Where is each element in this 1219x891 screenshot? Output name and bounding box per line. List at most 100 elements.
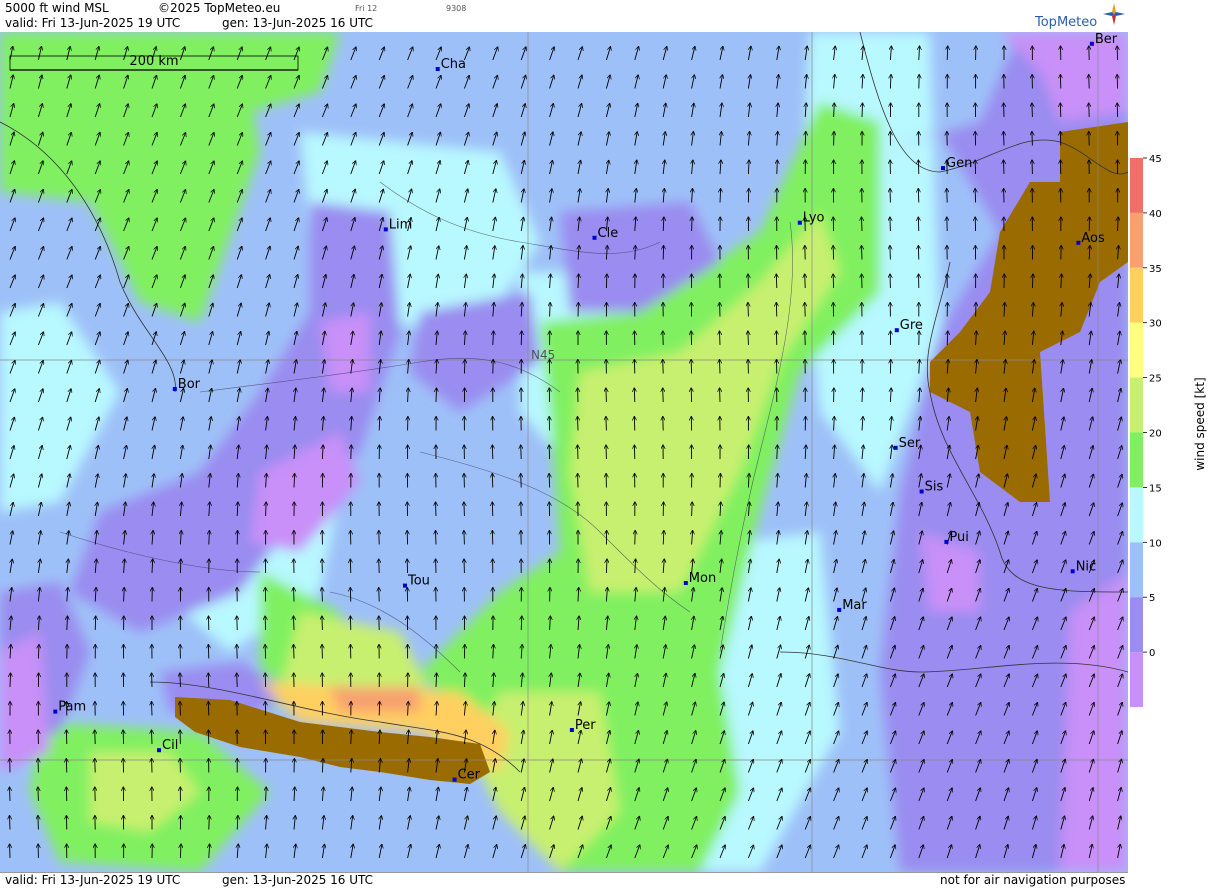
wind-arrow [606, 274, 607, 288]
wind-arrow [635, 246, 636, 260]
disclaimer: not for air navigation purposes [940, 873, 1125, 887]
city-marker-lim [384, 227, 388, 231]
product-title: 5000 ft wind MSL [5, 1, 109, 15]
wind-arrow [776, 303, 777, 317]
wind-arrow [663, 388, 664, 402]
legend-scale: 454035302520151050 wind speed [kt] [1128, 0, 1219, 887]
legend-tick-label: 15 [1149, 483, 1162, 494]
wind-arrow [692, 502, 693, 516]
city-marker-tou [403, 584, 407, 588]
legend-title: wind speed [kt] [1193, 377, 1207, 470]
wind-arrow [322, 616, 323, 630]
wind-arrow [237, 673, 238, 687]
wind-arrow [350, 588, 351, 602]
wind-arrow [492, 502, 493, 516]
wind-arrow [152, 702, 153, 716]
wind-arrow [720, 360, 721, 374]
footer-valid-time: valid: Fri 13-Jun-2025 19 UTC [5, 873, 180, 887]
grid-label-n45: N45 [531, 348, 555, 362]
wind-arrow [1004, 160, 1005, 174]
footer-generated-time: gen: 13-Jun-2025 16 UTC [222, 873, 373, 887]
wind-arrow [720, 331, 721, 345]
wind-arrow [180, 844, 181, 858]
city-marker-cer [453, 778, 457, 782]
copyright: ©2025 TopMeteo.eu [158, 1, 280, 15]
city-label-pui: Pui [949, 530, 968, 545]
wind-arrow [66, 759, 67, 773]
wind-arrow [351, 730, 352, 744]
wind-arrow [180, 702, 181, 716]
wind-arrow [862, 103, 863, 117]
wind-arrow [521, 474, 522, 488]
wind-arrow [634, 388, 635, 402]
wind-arrow [209, 816, 210, 830]
city-label-gen: Gen [946, 156, 972, 171]
wind-arrow [748, 331, 749, 345]
wind-arrow [692, 217, 693, 231]
city-label-ser: Ser [899, 436, 921, 451]
wind-arrow [265, 645, 266, 659]
wind-arrow [351, 445, 352, 459]
wind-arrow [180, 559, 181, 573]
wind-arrow [975, 189, 976, 203]
wind-arrow [407, 531, 408, 545]
wind-arrow [1032, 103, 1033, 117]
city-marker-nic [1071, 569, 1075, 573]
generated-time: gen: 13-Jun-2025 16 UTC [222, 16, 373, 30]
wind-arrow [464, 502, 465, 516]
topmeteo-logo: TopMeteo [1035, 15, 1097, 30]
city-marker-mon [684, 581, 688, 585]
wind-arrow [862, 217, 863, 231]
wind-arrow [436, 673, 437, 687]
legend-swatch [1130, 487, 1143, 542]
wind-arrow [1060, 132, 1061, 146]
wind-arrow [634, 417, 635, 431]
frame-day: Fri 12 [355, 4, 377, 13]
wind-arrow [975, 160, 976, 174]
wind-arrow [833, 246, 834, 260]
wind-map[interactable]: 200 km N45 ChaBerGenLimCleLyoAosGreBorSe… [0, 32, 1128, 872]
wind-arrow [464, 360, 465, 374]
wind-arrow [606, 559, 607, 573]
legend-tick-label: 30 [1149, 319, 1162, 330]
wind-arrow [720, 189, 721, 203]
wind-arrow [294, 474, 295, 488]
city-marker-cle [593, 236, 597, 240]
wind-arrow [606, 417, 607, 431]
wind-arrow [379, 417, 380, 431]
wind-arrow [436, 502, 437, 516]
wind-arrow [95, 616, 96, 630]
wind-arrow [550, 303, 551, 317]
wind-arrow [492, 474, 493, 488]
wind-arrow [805, 274, 806, 288]
city-label-gre: Gre [900, 318, 923, 333]
wind-arrow [66, 787, 67, 801]
legend-tick-label: 35 [1149, 264, 1162, 275]
city-marker-bor [173, 387, 177, 391]
city-marker-pam [53, 710, 57, 714]
city-label-lyo: Lyo [803, 211, 825, 226]
wind-arrow [1118, 217, 1119, 231]
legend-tick-label: 25 [1149, 374, 1162, 385]
wind-arrow [833, 274, 834, 288]
wind-arrow [266, 502, 267, 516]
wind-arrow [209, 531, 210, 545]
wind-arrow [1117, 75, 1118, 89]
wind-arrow [294, 645, 295, 659]
wind-arrow [322, 588, 323, 602]
city-marker-ber [1090, 42, 1094, 46]
wind-arrow [350, 559, 351, 573]
city-label-cer: Cer [458, 768, 481, 783]
city-marker-lyo [798, 221, 802, 225]
legend-swatch [1130, 597, 1143, 652]
wind-arrow [862, 388, 863, 402]
wind-arrow [294, 616, 295, 630]
wind-arrow [691, 331, 692, 345]
wind-arrow [606, 388, 607, 402]
wind-arrow [1089, 103, 1090, 117]
wind-arrow [748, 303, 749, 317]
legend-tick-label: 45 [1149, 154, 1162, 165]
wind-arrow [95, 759, 96, 773]
city-marker-ser [894, 446, 898, 450]
wind-arrow [38, 645, 39, 659]
